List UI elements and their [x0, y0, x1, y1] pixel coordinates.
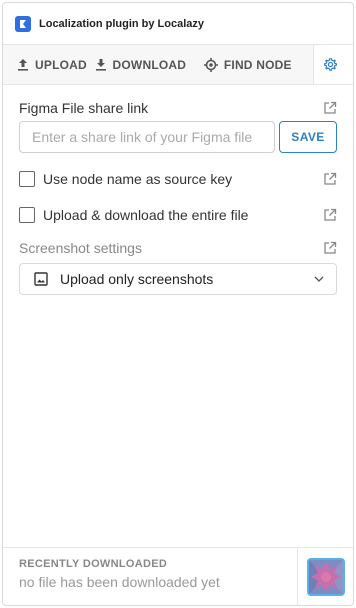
- recently-downloaded-heading: RECENTLY DOWNLOADED: [19, 558, 168, 570]
- plugin-window: Localization plugin by Localazy UPLOAD D…: [2, 2, 354, 606]
- entire-file-label: Upload & download the entire file: [43, 207, 249, 223]
- tab-upload-label: UPLOAD: [35, 57, 87, 72]
- upload-icon: [18, 59, 28, 71]
- tab-find-node[interactable]: FIND NODE: [203, 45, 313, 84]
- screenshot-settings-select[interactable]: Upload only screenshots: [19, 263, 337, 295]
- settings-panel: Figma File share link SAVE Use node name…: [3, 97, 353, 295]
- localazy-logo-icon: [15, 15, 31, 32]
- screenshot-settings-selected: Upload only screenshots: [60, 271, 214, 287]
- share-link-header: Figma File share link: [19, 97, 337, 119]
- save-button[interactable]: SAVE: [279, 121, 337, 153]
- node-name-source-key-row: Use node name as source key: [19, 161, 337, 197]
- tab-upload[interactable]: UPLOAD: [3, 45, 95, 84]
- node-name-source-key-checkbox[interactable]: [19, 171, 35, 187]
- node-name-source-key-option[interactable]: Use node name as source key: [19, 171, 232, 187]
- tab-bar: UPLOAD DOWNLOAD FIND NODE: [3, 45, 353, 85]
- share-link-row: SAVE: [19, 121, 337, 153]
- screenshot-settings-header: Screenshot settings: [19, 237, 337, 259]
- screenshot-settings-label: Screenshot settings: [19, 240, 142, 256]
- chevron-down-icon: [314, 276, 324, 282]
- external-link-icon[interactable]: [323, 101, 337, 115]
- recently-downloaded-info: RECENTLY DOWNLOADED no file has been dow…: [3, 548, 297, 605]
- node-name-source-key-label: Use node name as source key: [43, 171, 233, 187]
- tab-settings[interactable]: [313, 45, 353, 84]
- plugin-title: Localization plugin by Localazy: [39, 17, 205, 30]
- recently-downloaded-text: no file has been downloaded yet: [19, 574, 220, 590]
- tab-download[interactable]: DOWNLOAD: [95, 45, 204, 84]
- title-bar: Localization plugin by Localazy: [3, 3, 353, 45]
- entire-file-checkbox[interactable]: [19, 207, 35, 223]
- entire-file-row: Upload & download the entire file: [19, 197, 337, 233]
- external-link-icon[interactable]: [323, 208, 337, 222]
- external-link-icon[interactable]: [323, 241, 337, 255]
- external-link-icon[interactable]: [323, 172, 337, 186]
- gear-icon: [324, 58, 338, 71]
- recently-downloaded-footer: RECENTLY DOWNLOADED no file has been dow…: [3, 547, 353, 605]
- share-link-input[interactable]: [19, 121, 275, 153]
- tab-find-node-label: FIND NODE: [223, 57, 292, 72]
- download-icon: [95, 59, 106, 71]
- crosshair-icon: [203, 57, 218, 72]
- entire-file-option[interactable]: Upload & download the entire file: [19, 207, 248, 223]
- avatar-container: [297, 548, 353, 605]
- share-link-label: Figma File share link: [19, 100, 149, 116]
- image-icon: [34, 272, 48, 286]
- tab-download-label: DOWNLOAD: [112, 57, 187, 72]
- avatar[interactable]: [306, 557, 345, 596]
